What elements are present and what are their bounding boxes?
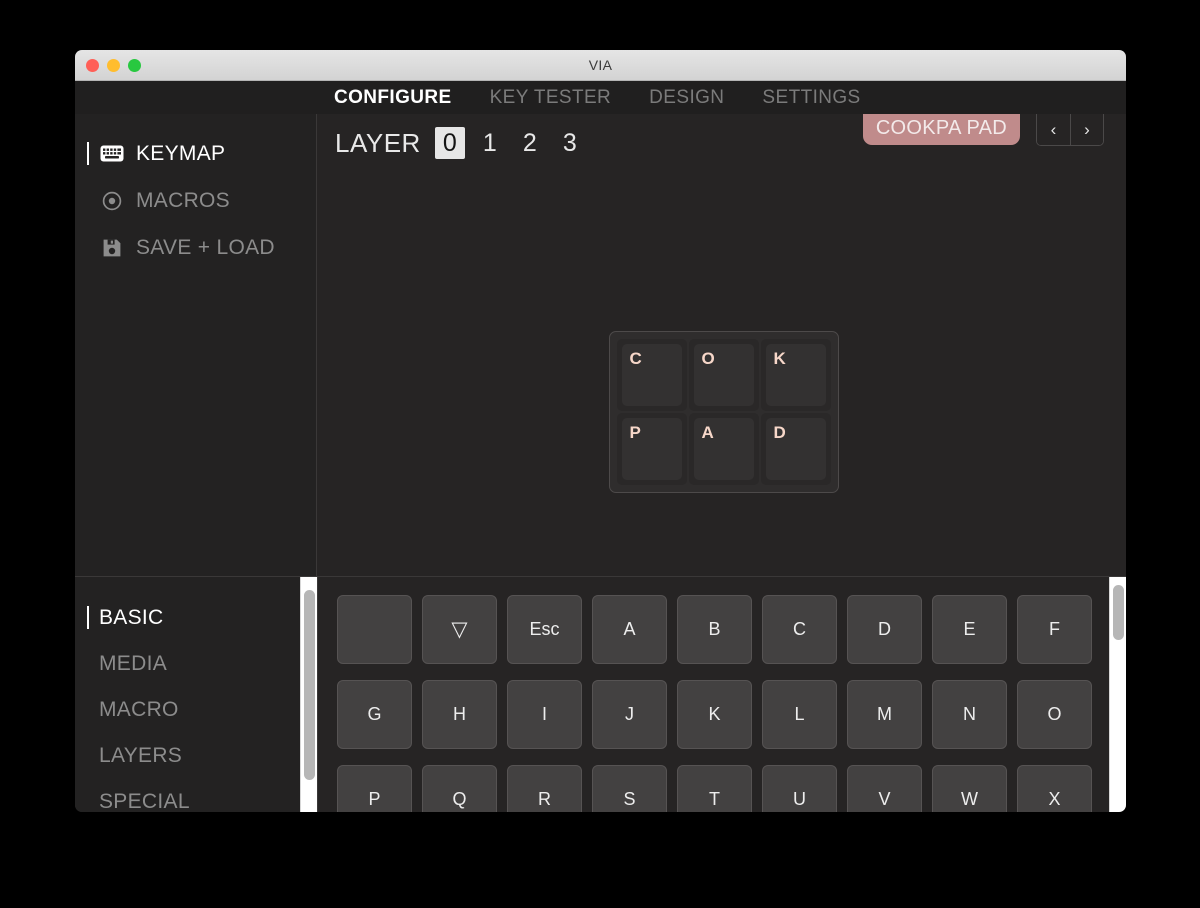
keycap[interactable]: K — [760, 339, 831, 411]
sidebar-item-keymap[interactable]: KEYMAP — [75, 130, 316, 177]
window-title: VIA — [588, 57, 613, 73]
category-item-macro[interactable]: MACRO — [75, 687, 317, 733]
picker-key[interactable]: W — [932, 765, 1007, 812]
keymap-panel: LAYER 0 1 2 3 COOKPA PAD ‹ › C O K P A D — [317, 114, 1126, 576]
keycap[interactable]: C — [616, 339, 687, 411]
picker-key[interactable]: G — [337, 680, 412, 749]
key-picker-scrollbar[interactable] — [1109, 577, 1126, 812]
tab-settings[interactable]: SETTINGS — [762, 87, 860, 109]
picker-key[interactable]: L — [762, 680, 837, 749]
close-button[interactable] — [86, 59, 99, 72]
via-app-window: VIA CONFIGURE KEY TESTER DESIGN SETTINGS — [75, 50, 1126, 812]
layer-button-0[interactable]: 0 — [434, 127, 465, 159]
keycap-legend: C — [629, 349, 642, 368]
device-controls: COOKPA PAD ‹ › — [862, 114, 1104, 146]
sidebar-item-label: SAVE + LOAD — [136, 235, 275, 259]
picker-key[interactable]: V — [847, 765, 922, 812]
picker-key[interactable]: F — [1017, 595, 1092, 664]
keycap-legend: O — [701, 349, 715, 368]
category-sidebar: BASIC MEDIA MACRO LAYERS SPECIAL — [75, 577, 317, 812]
picker-key[interactable]: A — [592, 595, 667, 664]
left-sidebar: KEYMAP MACROS SAVE + LOAD — [75, 114, 317, 576]
key-picker-grid: ▽ Esc A B C D E F G H I J K L M N O P Q R S T U V W X — [337, 595, 1092, 812]
sidebar-item-macros[interactable]: MACROS — [75, 177, 316, 224]
picker-key[interactable]: Esc — [507, 595, 582, 664]
prev-device-button[interactable]: ‹ — [1037, 114, 1070, 145]
keycap[interactable]: O — [688, 339, 759, 411]
device-name-badge[interactable]: COOKPA PAD — [862, 114, 1020, 145]
picker-key[interactable]: X — [1017, 765, 1092, 812]
category-item-layers[interactable]: LAYERS — [75, 733, 317, 779]
sidebar-item-label: KEYMAP — [136, 141, 226, 165]
window-controls — [86, 50, 141, 81]
sidebar-item-label: MACROS — [136, 188, 230, 212]
category-item-special[interactable]: SPECIAL — [75, 779, 317, 812]
layer-button-3[interactable]: 3 — [555, 127, 585, 159]
picker-key[interactable]: H — [422, 680, 497, 749]
key-picker-panel: ▽ Esc A B C D E F G H I J K L M N O P Q R S T U V W X — [317, 577, 1126, 812]
category-scrollbar[interactable] — [300, 577, 317, 812]
main-nav: CONFIGURE KEY TESTER DESIGN SETTINGS — [75, 81, 1126, 114]
down-triangle-icon: ▽ — [451, 618, 468, 641]
minimize-button[interactable] — [107, 59, 120, 72]
next-device-button[interactable]: › — [1070, 114, 1103, 145]
sidebar-item-save-load[interactable]: SAVE + LOAD — [75, 224, 316, 271]
key-picker-scrollbar-thumb[interactable] — [1113, 585, 1124, 640]
picker-key[interactable]: M — [847, 680, 922, 749]
picker-key[interactable]: P — [337, 765, 412, 812]
picker-key-blank[interactable] — [337, 595, 412, 664]
picker-key[interactable]: R — [507, 765, 582, 812]
tab-configure[interactable]: CONFIGURE — [334, 87, 452, 109]
category-item-media[interactable]: MEDIA — [75, 641, 317, 687]
category-scrollbar-thumb[interactable] — [304, 590, 315, 780]
picker-key[interactable]: D — [847, 595, 922, 664]
keycap[interactable]: D — [760, 413, 831, 485]
layer-label: LAYER — [335, 127, 421, 158]
layer-selector: LAYER 0 1 2 3 — [335, 127, 585, 159]
picker-key[interactable]: B — [677, 595, 752, 664]
device-nav-arrows: ‹ › — [1036, 114, 1104, 146]
tab-design[interactable]: DESIGN — [649, 87, 724, 109]
keycap-legend: A — [701, 423, 714, 442]
picker-key[interactable]: ▽ — [422, 595, 497, 664]
picker-key[interactable]: J — [592, 680, 667, 749]
picker-key[interactable]: I — [507, 680, 582, 749]
lower-region: BASIC MEDIA MACRO LAYERS SPECIAL ▽ Esc A B C… — [75, 576, 1126, 812]
picker-key[interactable]: K — [677, 680, 752, 749]
keyboard-layout: C O K P A D — [608, 331, 839, 493]
picker-key[interactable]: O — [1017, 680, 1092, 749]
tab-key-tester[interactable]: KEY TESTER — [490, 87, 612, 109]
window-titlebar: VIA — [75, 50, 1126, 81]
floppy-disk-icon — [99, 235, 125, 261]
layer-button-2[interactable]: 2 — [515, 127, 545, 159]
picker-key[interactable]: U — [762, 765, 837, 812]
upper-region: KEYMAP MACROS SAVE + LOAD LAYER 0 1 2 3 … — [75, 114, 1126, 576]
record-circle-icon — [99, 188, 125, 214]
keycap[interactable]: A — [688, 413, 759, 485]
category-item-basic[interactable]: BASIC — [75, 595, 317, 641]
picker-key[interactable]: C — [762, 595, 837, 664]
maximize-button[interactable] — [128, 59, 141, 72]
app-body: KEYMAP MACROS SAVE + LOAD LAYER 0 1 2 3 … — [75, 114, 1126, 812]
picker-key[interactable]: Q — [422, 765, 497, 812]
picker-key[interactable]: S — [592, 765, 667, 812]
keycap-legend: K — [773, 349, 786, 368]
keycap-legend: D — [773, 423, 786, 442]
keycap-legend: P — [629, 423, 641, 442]
picker-key[interactable]: T — [677, 765, 752, 812]
keycap[interactable]: P — [616, 413, 687, 485]
keyboard-icon — [99, 141, 125, 167]
picker-key[interactable]: N — [932, 680, 1007, 749]
layer-button-1[interactable]: 1 — [475, 127, 505, 159]
picker-key[interactable]: E — [932, 595, 1007, 664]
